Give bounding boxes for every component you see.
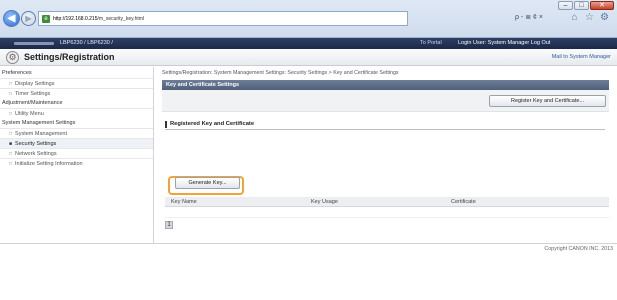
sidebar-item-security-settings[interactable]: Security Settings — [0, 138, 153, 148]
breadcrumb: Settings/Registration: System Management… — [162, 70, 399, 76]
section-divider — [165, 129, 605, 130]
window-controls: – □ ✕ — [558, 1, 614, 10]
table-row — [165, 208, 609, 218]
favorites-star-icon[interactable]: ☆ — [583, 11, 596, 24]
generate-key-button[interactable]: Generate Key... — [175, 177, 240, 189]
settings-gear-icon: ⚙ — [6, 51, 19, 64]
column-key-usage: Key Usage — [311, 199, 338, 205]
site-icon: e — [42, 14, 50, 23]
column-certificate: Certificate — [451, 199, 476, 205]
sidebar-section-system-management[interactable]: System Management Settings — [0, 118, 153, 128]
section-title: Registered Key and Certificate — [165, 121, 254, 128]
sidebar-item-initialize-settings[interactable]: Initialize Setting Information — [0, 158, 153, 168]
table-header: Key Name Key Usage Certificate — [165, 197, 609, 207]
sidebar-item-network-settings[interactable]: Network Settings — [0, 148, 153, 158]
login-user-info[interactable]: Login User: System Manager Log Out — [458, 38, 550, 49]
address-bar[interactable]: e http://192.168.0.215/m_security_key.ht… — [38, 11, 408, 26]
sidebar: Preferences Display Settings Timer Setti… — [0, 67, 154, 243]
browser-chrome: – □ ✕ ◀ ▶ e http://192.168.0.215/m_secur… — [0, 0, 617, 38]
panel-toolbar: Register Key and Certificate... — [162, 90, 609, 112]
panel-title: Key and Certificate Settings — [162, 80, 609, 90]
footer-divider — [0, 243, 617, 244]
address-tools[interactable]: ρ - ≣ ¢ × — [515, 13, 543, 21]
sidebar-section-adjustment[interactable]: Adjustment/Maintenance — [0, 98, 153, 108]
home-icon[interactable]: ⌂ — [568, 11, 581, 24]
mail-to-manager-link[interactable]: Mail to System Manager — [552, 54, 611, 60]
device-name-redacted — [14, 42, 54, 45]
back-arrow-icon: ◀ — [7, 13, 16, 24]
forward-arrow-icon: ▶ — [25, 14, 32, 23]
tools-gear-icon[interactable]: ⚙ — [598, 11, 611, 24]
column-key-name: Key Name — [171, 199, 197, 205]
sidebar-item-timer-settings[interactable]: Timer Settings — [0, 88, 153, 98]
close-window-button[interactable]: ✕ — [590, 1, 614, 10]
sidebar-item-system-management[interactable]: System Management — [0, 128, 153, 138]
forward-button[interactable]: ▶ — [21, 11, 36, 26]
minimize-button[interactable]: – — [558, 1, 573, 10]
register-key-button[interactable]: Register Key and Certificate... — [489, 95, 606, 107]
sidebar-item-utility-menu[interactable]: Utility Menu — [0, 108, 153, 118]
url-text: http://192.168.0.215/m_security_key.html — [53, 15, 145, 22]
page-title: Settings/Registration — [24, 52, 115, 62]
copyright-text: Copyright CANON INC. 2013 — [544, 246, 613, 252]
to-portal-link[interactable]: To Portal — [420, 38, 442, 49]
device-bar: LBP6230 / LBP6230 / To Portal Login User… — [0, 38, 617, 49]
sidebar-section-preferences[interactable]: Preferences — [0, 68, 153, 78]
device-model: LBP6230 / LBP6230 / — [60, 40, 113, 46]
pager-button[interactable]: 1 — [165, 221, 173, 229]
page-header: ⚙ Settings/Registration Mail to System M… — [0, 49, 617, 66]
sidebar-item-display-settings[interactable]: Display Settings — [0, 78, 153, 88]
back-button[interactable]: ◀ — [3, 10, 20, 27]
maximize-button[interactable]: □ — [574, 1, 589, 10]
